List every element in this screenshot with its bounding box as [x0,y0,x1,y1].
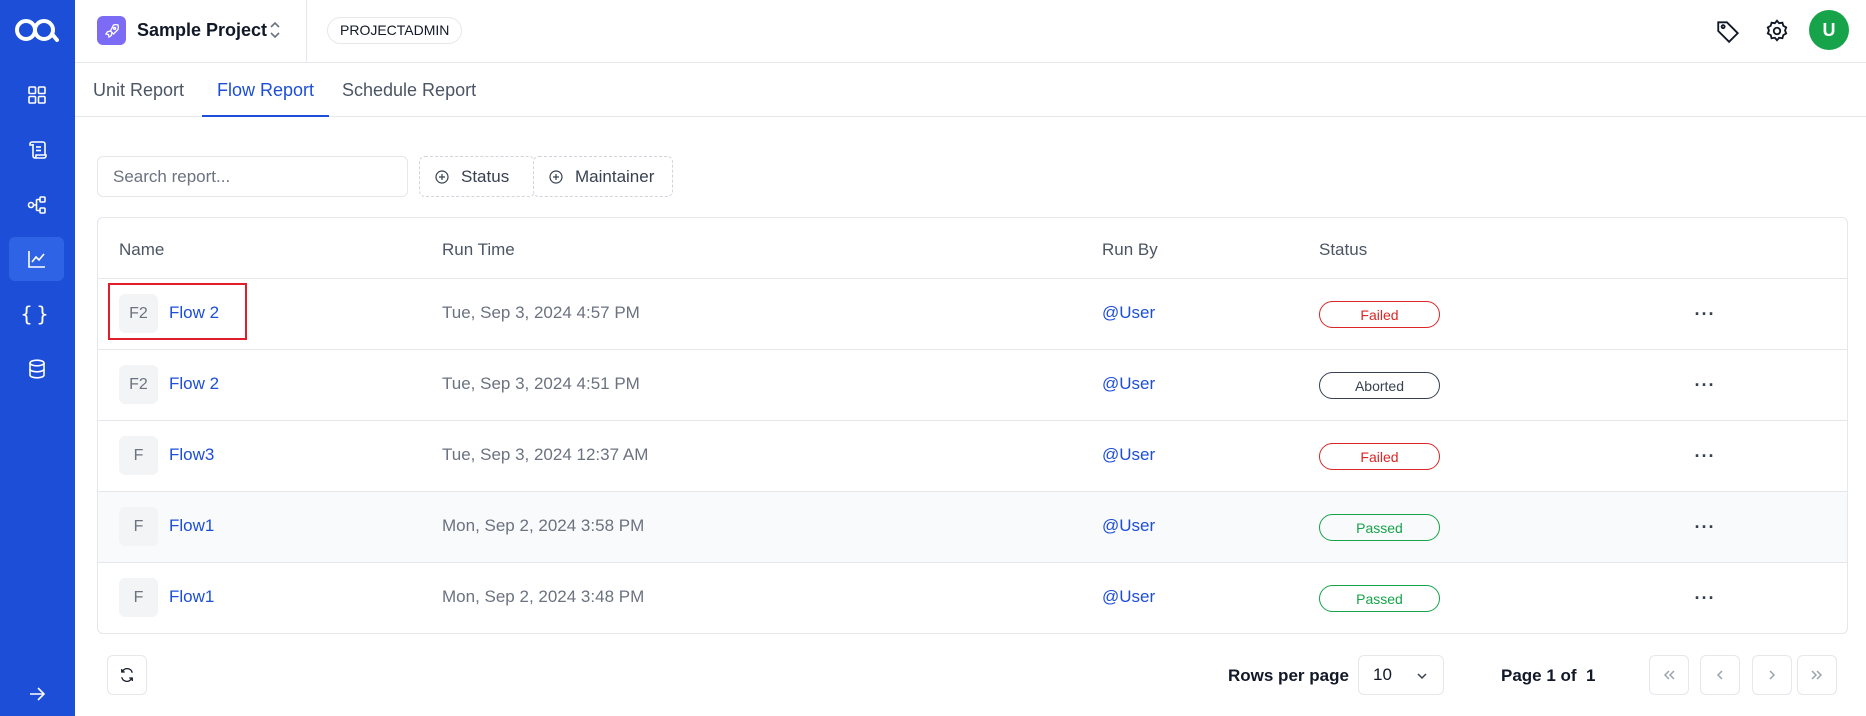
chevron-right-icon [1769,670,1776,680]
divider [306,0,307,63]
status-badge: Passed [1319,514,1440,541]
tab-unit-report[interactable]: Unit Report [93,64,184,116]
run-time: Mon, Sep 2, 2024 3:48 PM [442,587,645,606]
run-by-user-link[interactable]: @User [1102,445,1155,465]
next-page-button[interactable] [1752,655,1792,695]
maintainer-filter-label: Maintainer [575,166,655,186]
status-badge: Failed [1319,301,1440,328]
rows-per-page-label: Rows per page [1228,666,1349,685]
project-name[interactable]: Sample Project [137,20,267,41]
run-time: Tue, Sep 3, 2024 12:37 AM [442,445,649,464]
status-filter-label: Status [461,166,510,186]
plus-circle-icon [549,169,563,184]
table-row[interactable]: F Flow3 Tue, Sep 3, 2024 12:37 AM @User … [98,421,1847,492]
run-time: Tue, Sep 3, 2024 4:51 PM [442,374,640,393]
last-page-button[interactable] [1797,655,1837,695]
column-header-name[interactable]: Name [119,240,164,260]
search-input[interactable] [97,156,408,197]
flow-name-link[interactable]: Flow1 [169,516,214,536]
run-by-user-link[interactable]: @User [1102,303,1155,323]
expand-sidebar-arrow-icon[interactable] [25,682,49,706]
database-icon[interactable] [9,347,64,391]
column-header-run-time[interactable]: Run Time [442,240,515,260]
flow-name-link[interactable]: Flow 2 [169,374,219,394]
status-badge: Failed [1319,443,1440,470]
plus-circle-icon [435,169,449,184]
code-braces-icon[interactable]: {} [9,292,64,336]
dashboard-icon[interactable] [9,73,64,117]
more-actions-icon[interactable]: ··· [1692,443,1718,469]
run-time: Mon, Sep 2, 2024 3:58 PM [442,516,645,535]
flow-diagram-icon[interactable] [9,183,64,227]
table-row[interactable]: F Flow1 Mon, Sep 2, 2024 3:58 PM @User P… [98,492,1847,563]
tab-schedule-report[interactable]: Schedule Report [342,64,476,116]
gear-icon[interactable] [1764,18,1790,44]
tag-icon[interactable] [1715,18,1741,44]
run-by-user-link[interactable]: @User [1102,516,1155,536]
flow-name-link[interactable]: Flow3 [169,445,214,465]
tab-flow-report[interactable]: Flow Report [201,64,330,117]
status-badge: Aborted [1319,372,1440,399]
role-badge: PROJECTADMIN [327,17,463,44]
table-header: Name Run Time Run By Status [98,218,1847,279]
double-chevron-left-icon [1663,670,1675,680]
flow-report-table: Name Run Time Run By Status F2 Flow 2 Tu… [97,217,1848,634]
flow-initials-badge: F2 [119,294,158,333]
flow-name-link[interactable]: Flow 2 [169,303,219,323]
more-actions-icon[interactable]: ··· [1692,301,1718,327]
chevron-down-icon [1417,673,1427,680]
scroll-script-icon[interactable] [9,128,64,172]
project-switcher-chevron-icon[interactable] [267,18,283,42]
flow-initials-badge: F [119,578,158,617]
table-row[interactable]: F2 Flow 2 Tue, Sep 3, 2024 4:51 PM @User… [98,350,1847,421]
status-filter-button[interactable]: Status [419,156,535,197]
first-page-button[interactable] [1649,655,1689,695]
refresh-button[interactable] [107,655,147,695]
run-by-user-link[interactable]: @User [1102,587,1155,607]
rocket-icon [97,16,126,45]
table-row[interactable]: F2 Flow 2 Tue, Sep 3, 2024 4:57 PM @User… [98,279,1847,350]
double-chevron-right-icon [1811,670,1823,680]
report-tabs: Unit Report Flow Report Schedule Report [75,64,1866,117]
refresh-icon [121,668,133,682]
run-time: Tue, Sep 3, 2024 4:57 PM [442,303,640,322]
app-logo[interactable] [12,12,62,48]
column-header-status[interactable]: Status [1319,240,1367,260]
rows-per-page-value: 10 [1373,665,1392,684]
left-nav-rail: {} [0,0,75,716]
flow-initials-badge: F [119,436,158,475]
table-row[interactable]: F Flow1 Mon, Sep 2, 2024 3:48 PM @User P… [98,563,1847,633]
flow-initials-badge: F [119,507,158,546]
more-actions-icon[interactable]: ··· [1692,585,1718,611]
page-indicator: Page 1 of 1 [1501,666,1596,685]
maintainer-filter-button[interactable]: Maintainer [533,156,673,197]
run-by-user-link[interactable]: @User [1102,374,1155,394]
flow-name-link[interactable]: Flow1 [169,587,214,607]
avatar[interactable]: U [1809,10,1849,50]
column-header-run-by[interactable]: Run By [1102,240,1158,260]
chevron-left-icon [1716,670,1723,680]
reports-chart-icon[interactable] [9,237,64,281]
rows-per-page-select[interactable]: 10 [1358,655,1444,695]
previous-page-button[interactable] [1700,655,1740,695]
top-bar: Sample Project PROJECTADMIN U [75,0,1866,63]
flow-initials-badge: F2 [119,365,158,404]
status-badge: Passed [1319,585,1440,612]
more-actions-icon[interactable]: ··· [1692,514,1718,540]
more-actions-icon[interactable]: ··· [1692,372,1718,398]
